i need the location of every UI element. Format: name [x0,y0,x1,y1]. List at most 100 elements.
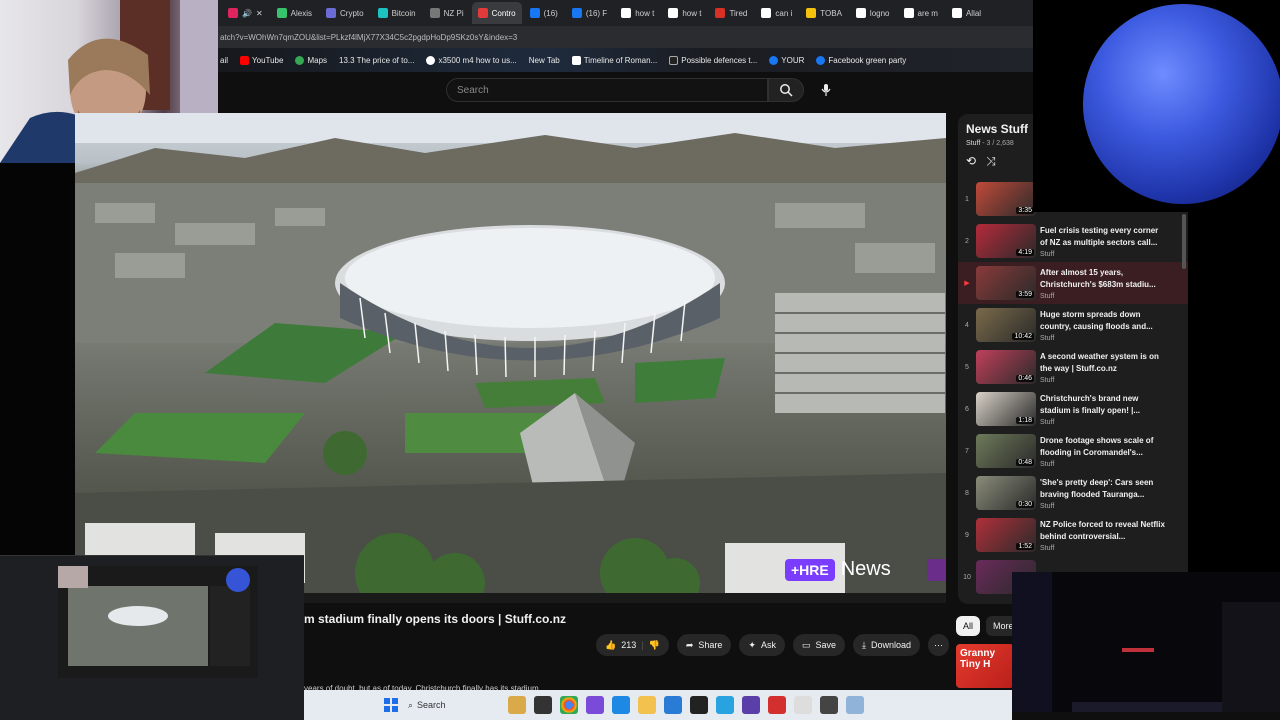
bookmark[interactable]: YouTube [240,55,283,65]
secondary-screen-preview [1012,572,1280,712]
chip-all[interactable]: All [956,616,981,636]
address-bar[interactable]: atch?v=WOhWn7qmZOU&list=PLkzf4lMjX77X34C… [218,26,1033,48]
thumbs-up-icon: 👍 [605,639,617,650]
save-button[interactable]: ▭ Save [792,634,845,656]
tab-label: Tired [729,8,748,18]
browser-tab[interactable]: can i [755,2,798,24]
tab-favicon [621,8,632,18]
bookmark[interactable]: Maps [295,55,327,65]
playlist-item-channel: Stuff [1040,292,1055,300]
file-explorer-icon[interactable] [638,696,656,714]
bookmark[interactable]: Timeline of Roman... [571,55,657,65]
playlist-item-thumbnail[interactable]: 1:52 [976,518,1036,552]
search-input[interactable]: Search [446,78,768,102]
bookmarks-bar: ail YouTube Maps 13.3 The price of to...… [218,48,1033,72]
obs-icon[interactable] [820,696,838,714]
close-icon[interactable]: ✕ [256,9,263,18]
playlist-item-channel: Stuff [1040,502,1055,510]
bookmark[interactable]: YOUR [769,55,804,65]
edge-icon[interactable] [612,696,630,714]
browser-tab[interactable]: Alexis [271,2,318,24]
more-actions-button[interactable]: ⋯ [928,634,949,656]
browser-tab[interactable]: Tired [709,2,753,24]
app-icon[interactable] [742,696,760,714]
bookmark[interactable]: x3500 m4 how to us... [426,55,517,65]
playlist-item[interactable]: ▶ 3:59 After almost 15 years, Christchurch… [958,262,1188,304]
bookmark[interactable]: Facebook green party [816,55,906,65]
shuffle-icon[interactable]: ⤨ [986,154,996,169]
browser-tab-active[interactable]: Contro [471,2,522,24]
browser-tab[interactable]: (16) F [566,2,613,24]
browser-tab[interactable]: logno [850,2,896,24]
store-icon[interactable] [664,696,682,714]
app-icon[interactable] [690,696,708,714]
video-player[interactable]: +HRE News [75,113,946,603]
related-video-thumbnail[interactable]: Granny Tiny H [956,644,1014,688]
telegram-icon[interactable] [716,696,734,714]
neptune-image [1083,4,1280,204]
bookmark[interactable]: ail [220,56,228,65]
planet-overlay [1033,0,1280,212]
app-icon[interactable] [768,696,786,714]
bookmark-label: New Tab [528,55,560,65]
like-button[interactable]: 👍 213 | 👎 [596,634,669,656]
playlist-item-title: 'She's pretty deep': Cars seen braving f… [1040,477,1154,499]
chrome-icon[interactable] [560,696,578,714]
bookmark[interactable]: Possible defences t... [669,55,757,65]
search-button[interactable] [768,78,804,102]
app-icon[interactable] [846,696,864,714]
loop-icon[interactable]: ⟲ [966,154,976,169]
bookmark[interactable]: 13.3 The price of to... [339,56,414,65]
share-button[interactable]: ➦ Share [676,634,732,656]
playlist-item-text: After almost 15 years, Christchurch's $6… [1040,267,1168,300]
playlist-item-title: After almost 15 years, Christchurch's $6… [1040,267,1156,289]
tab-media-controls[interactable]: 🔊 ✕ [222,2,269,24]
playlist-item-thumbnail[interactable]: 0:30 [976,476,1036,510]
settings-icon[interactable] [794,696,812,714]
browser-tab[interactable]: NZ Pi [424,2,470,24]
playlist-item-channel: Stuff [1040,418,1055,426]
start-button[interactable] [382,696,400,714]
playlist-item[interactable]: 7 0:48 Drone footage shows scale of floodi… [958,430,1188,472]
browser-tab[interactable]: Bitcoin [372,2,422,24]
playlist-item[interactable]: 6 1:18 Christchurch's brand new stadium is… [958,388,1188,430]
playlist-item[interactable]: 9 1:52 NZ Police forced to reveal Netflix … [958,514,1188,556]
playlist-channel[interactable]: Stuff [966,140,980,147]
task-view-icon[interactable] [534,696,552,714]
app-icon[interactable] [586,696,604,714]
playlist-item-thumbnail[interactable]: 0:48 [976,434,1036,468]
voice-search-button[interactable] [814,78,838,102]
browser-tab[interactable]: how t [662,2,707,24]
ask-button[interactable]: ✦ Ask [739,634,785,656]
playlist-item-thumbnail[interactable]: 4:19 [976,224,1036,258]
playlist-item-index: 5 [965,363,969,371]
playlist-item-thumbnail[interactable]: 3:59 [976,266,1036,300]
playlist-item-index: 10 [963,573,971,581]
playlist-item[interactable]: 8 0:30 'She's pretty deep': Cars seen brav… [958,472,1188,514]
browser-tab[interactable]: how t [615,2,660,24]
playlist-item-channel: Stuff [1040,460,1055,468]
browser-tab[interactable]: (16) [524,2,564,24]
download-icon: ⤓ [861,639,866,650]
playlist-item[interactable]: 5 0:46 A second weather system is on the w… [958,346,1188,388]
playlist-item-thumbnail[interactable]: 3:35 [976,182,1036,216]
browser-tab[interactable]: TOBA [800,2,848,24]
playlist-item-thumbnail[interactable]: 1:18 [976,392,1036,426]
playlist-item-index: 8 [965,489,969,497]
browser-tab[interactable]: are m [898,2,944,24]
playlist-item-thumbnail[interactable]: 10:42 [976,308,1036,342]
playlist-item-thumbnail[interactable]: 0:46 [976,350,1036,384]
playlist-item[interactable]: 4 10:42 Huge storm spreads down country, c… [958,304,1188,346]
taskbar-widget-icon[interactable] [508,696,526,714]
playlist-item-duration: 1:18 [1016,417,1034,424]
taskbar-search[interactable]: ⌕ Search [408,700,500,711]
playlist-item-title: Huge storm spreads down country, causing… [1040,309,1153,331]
bookmark[interactable]: New Tab [529,56,560,65]
playlist-item-title: Fuel crisis testing every corner of NZ a… [1040,225,1159,247]
thumbs-down-icon[interactable]: 👎 [649,640,660,651]
playlist-item[interactable]: 2 4:19 Fuel crisis testing every corner of… [958,220,1188,262]
browser-tab[interactable]: Allal [946,2,987,24]
browser-tab[interactable]: Crypto [320,2,370,24]
download-button[interactable]: ⤓ Download [852,634,920,656]
playlist-scrollbar[interactable] [1182,214,1186,269]
